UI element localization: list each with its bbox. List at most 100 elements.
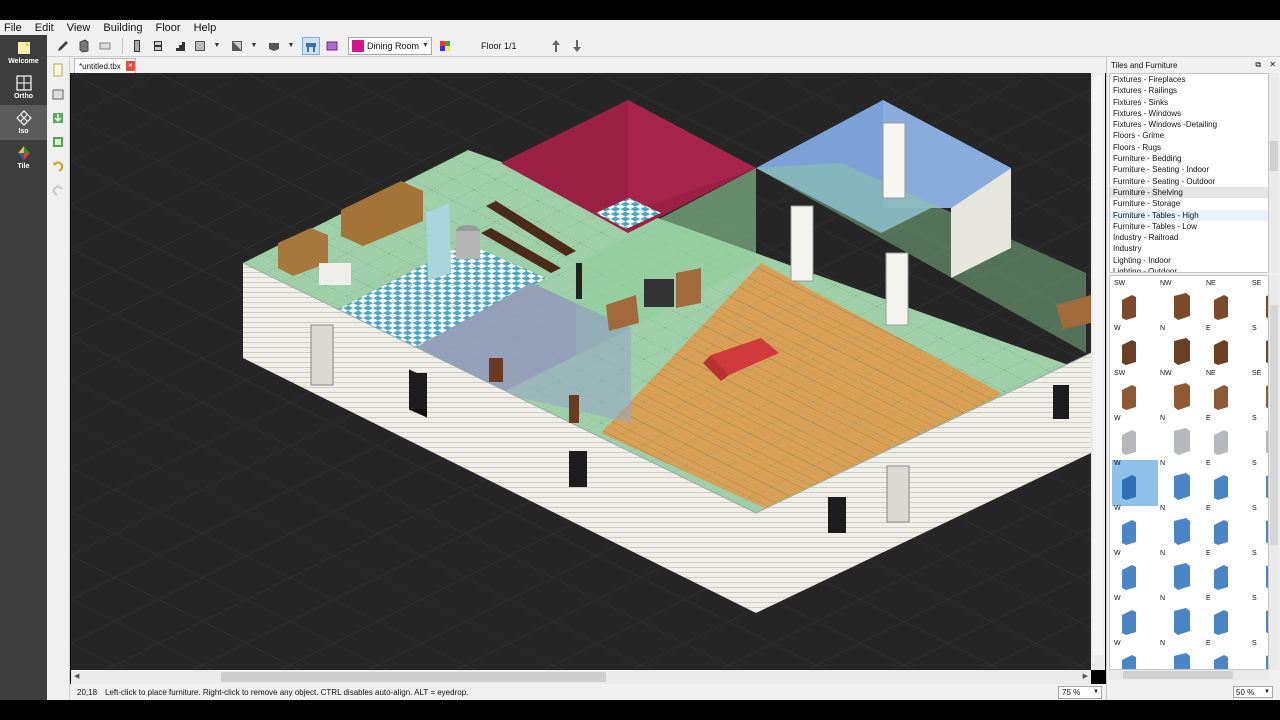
roof-corner-icon[interactable]: [228, 37, 246, 55]
menu-view[interactable]: View: [67, 22, 91, 34]
scroll-thumb[interactable]: [1123, 671, 1233, 679]
furniture-tile[interactable]: S: [1250, 505, 1268, 551]
iso-viewport[interactable]: [71, 73, 1091, 670]
category-item[interactable]: Fixtures - Windows: [1110, 108, 1268, 119]
category-item[interactable]: Industry: [1110, 243, 1268, 254]
room-tool-icon[interactable]: [323, 37, 341, 55]
menu-building[interactable]: Building: [103, 22, 142, 34]
furniture-tile[interactable]: W: [1112, 325, 1158, 371]
save-icon[interactable]: [49, 109, 67, 127]
tiles-zoom-select[interactable]: 50 % ▼: [1233, 686, 1273, 698]
furniture-tile[interactable]: E: [1204, 595, 1250, 641]
door-icon[interactable]: [128, 37, 146, 55]
menu-edit[interactable]: Edit: [35, 22, 54, 34]
category-item[interactable]: Fixtures - Windows -Detailing: [1110, 119, 1268, 130]
viewport-zoom-select[interactable]: 75 % ▼: [1058, 685, 1102, 699]
category-item[interactable]: Floors - Rugs: [1110, 142, 1268, 153]
category-list[interactable]: Fixtures - Fireplaces Fixtures - Railings…: [1109, 73, 1269, 273]
furniture-tile[interactable]: N: [1158, 505, 1204, 551]
furniture-tile[interactable]: N: [1158, 415, 1204, 461]
room-palette-icon[interactable]: [436, 37, 454, 55]
mode-welcome[interactable]: Welcome: [0, 35, 47, 70]
category-item[interactable]: Floors - Grime: [1110, 130, 1268, 141]
category-item[interactable]: Furniture - Bedding: [1110, 153, 1268, 164]
menu-file[interactable]: File: [4, 22, 22, 34]
room-selector[interactable]: Dining Room ▼: [348, 36, 432, 55]
category-item[interactable]: Furniture - Tables - High: [1110, 209, 1268, 221]
menu-help[interactable]: Help: [194, 22, 217, 34]
mode-tile[interactable]: Tile: [0, 140, 47, 175]
new-file-icon[interactable]: [49, 61, 67, 79]
furniture-tile-grid[interactable]: SW NW NE SE W N E S SW NW NE SE W N E S W N E S W N E S W N E S W N E S…: [1109, 275, 1269, 670]
furniture-tile[interactable]: W: [1112, 595, 1158, 641]
furniture-tile[interactable]: N: [1158, 595, 1204, 641]
furniture-tile[interactable]: E: [1204, 550, 1250, 596]
furniture-tile[interactable]: S: [1250, 325, 1268, 371]
furniture-tile[interactable]: S: [1250, 550, 1268, 596]
furniture-tile[interactable]: N: [1158, 460, 1204, 506]
viewport-vertical-scrollbar[interactable]: [1091, 73, 1105, 670]
category-item[interactable]: Furniture - Shelving: [1110, 186, 1268, 199]
category-item[interactable]: Furniture - Seating - Outdoor: [1110, 176, 1268, 187]
category-item[interactable]: Lighting - Outdoor: [1110, 266, 1268, 272]
furniture-tile[interactable]: E: [1204, 505, 1250, 551]
stairs-icon[interactable]: [170, 37, 188, 55]
category-item[interactable]: Furniture - Tables - Low: [1110, 221, 1268, 232]
scroll-right-arrow[interactable]: ▶: [1083, 672, 1088, 680]
undo-icon[interactable]: [49, 157, 67, 175]
furniture-tile[interactable]: NW: [1158, 280, 1204, 326]
category-scrollbar[interactable]: [1269, 73, 1279, 273]
building-canvas[interactable]: [71, 73, 1091, 670]
close-icon[interactable]: ✕: [1269, 60, 1276, 69]
furniture-tile[interactable]: N: [1158, 640, 1204, 669]
furniture-tile[interactable]: S: [1250, 460, 1268, 506]
export-icon[interactable]: [49, 133, 67, 151]
furniture-tile[interactable]: NW: [1158, 370, 1204, 416]
float-icon[interactable]: ⧉: [1255, 60, 1261, 69]
furniture-tile[interactable]: W: [1112, 550, 1158, 596]
close-icon[interactable]: ×: [125, 61, 135, 71]
roof-cap-dropdown-arrow[interactable]: ▼: [286, 37, 296, 55]
category-item[interactable]: Lighting - Indoor: [1110, 255, 1268, 266]
furniture-tile[interactable]: S: [1250, 595, 1268, 641]
furniture-icon[interactable]: [302, 36, 320, 55]
open-file-icon[interactable]: [49, 85, 67, 103]
category-item[interactable]: Fixtures - Sinks: [1110, 97, 1268, 108]
furniture-tile[interactable]: NE: [1204, 280, 1250, 326]
scroll-thumb[interactable]: [221, 672, 606, 682]
mode-iso[interactable]: Iso: [0, 105, 47, 140]
pencil-icon[interactable]: [54, 37, 72, 55]
eraser-icon[interactable]: [96, 37, 114, 55]
furniture-tile[interactable]: W: [1112, 460, 1158, 506]
scroll-left-arrow[interactable]: ◀: [74, 672, 79, 680]
furniture-tile[interactable]: SE: [1250, 370, 1268, 416]
category-item[interactable]: Industry - Railroad: [1110, 232, 1268, 243]
wall-icon[interactable]: [75, 37, 93, 55]
furniture-tile[interactable]: S: [1250, 640, 1268, 669]
tiles-vertical-scrollbar[interactable]: [1269, 275, 1279, 670]
furniture-tile[interactable]: SW: [1112, 280, 1158, 326]
furniture-tile[interactable]: W: [1112, 505, 1158, 551]
category-item[interactable]: Furniture - Storage: [1110, 198, 1268, 209]
category-item[interactable]: Fixtures - Fireplaces: [1110, 74, 1268, 85]
menu-floor[interactable]: Floor: [156, 22, 181, 34]
window-icon[interactable]: [149, 37, 167, 55]
document-tab[interactable]: *untitled.tbx ×: [74, 58, 136, 73]
furniture-tile[interactable]: SE: [1250, 280, 1268, 326]
roof-dropdown-arrow[interactable]: ▼: [212, 37, 222, 55]
scroll-thumb[interactable]: [1270, 141, 1278, 171]
category-item[interactable]: Fixtures - Railings: [1110, 85, 1268, 96]
furniture-tile[interactable]: SW: [1112, 370, 1158, 416]
floor-up-icon[interactable]: [547, 37, 565, 55]
category-item[interactable]: Furniture - Seating - Indoor: [1110, 164, 1268, 175]
roof-corner-dropdown-arrow[interactable]: ▼: [249, 37, 259, 55]
furniture-tile[interactable]: S: [1250, 415, 1268, 461]
floor-down-icon[interactable]: [568, 37, 586, 55]
furniture-tile[interactable]: N: [1158, 325, 1204, 371]
furniture-tile[interactable]: E: [1204, 460, 1250, 506]
furniture-tile[interactable]: W: [1112, 640, 1158, 669]
viewport-horizontal-scrollbar[interactable]: ◀ ▶: [71, 670, 1091, 684]
roof-icon[interactable]: [191, 37, 209, 55]
furniture-tile[interactable]: W: [1112, 415, 1158, 461]
furniture-tile[interactable]: NE: [1204, 370, 1250, 416]
